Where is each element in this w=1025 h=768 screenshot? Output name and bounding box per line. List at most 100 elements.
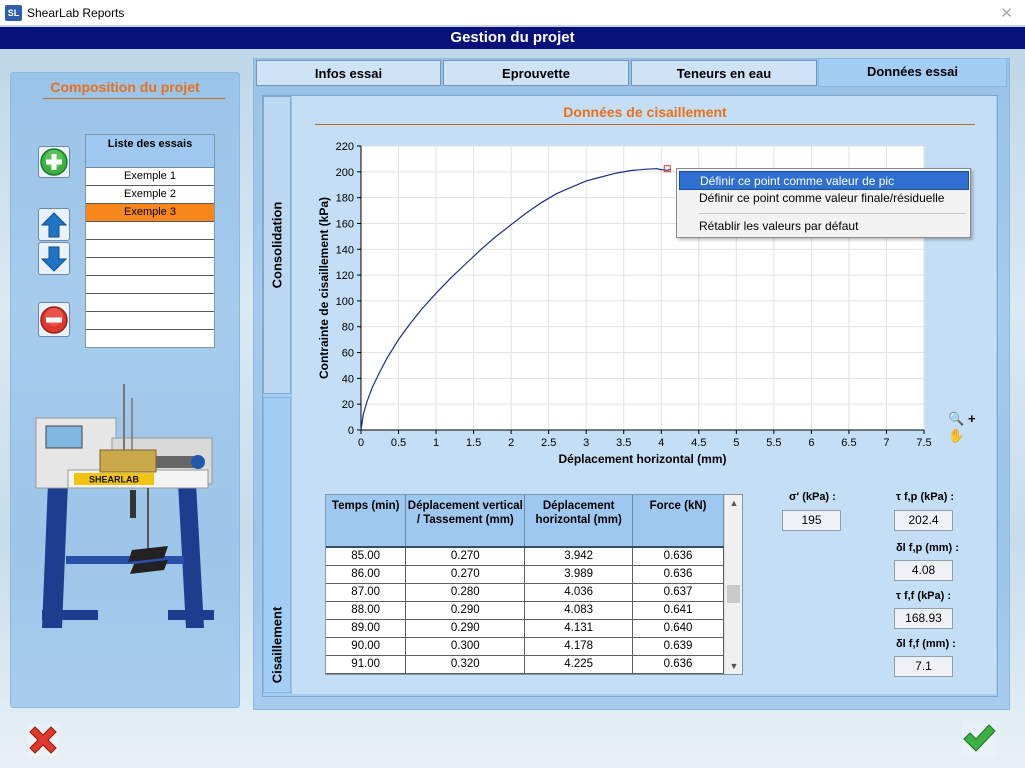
- project-composition-title: Composition du projet: [50, 79, 200, 95]
- confirm-button[interactable]: [961, 720, 997, 756]
- table-row[interactable]: 85.00 0.270 3.942 0.636: [326, 547, 724, 566]
- table-cell[interactable]: 88.00: [326, 601, 407, 620]
- table-cell[interactable]: 0.300: [405, 637, 526, 656]
- y-tick-label: 80: [342, 322, 354, 334]
- tab-infos-essai[interactable]: Infos essai: [256, 60, 441, 86]
- tau-ff-field[interactable]: 168.93: [894, 608, 953, 629]
- menu-item-reset-defaults[interactable]: Rétablir les valeurs par défaut: [679, 217, 969, 236]
- table-cell[interactable]: 85.00: [326, 547, 407, 566]
- app-logo-icon: SL: [5, 5, 22, 21]
- scrollbar-thumb[interactable]: [727, 585, 740, 603]
- table-cell[interactable]: 0.636: [632, 547, 724, 566]
- table-cell[interactable]: 0.290: [405, 619, 526, 638]
- list-item-empty[interactable]: [86, 312, 214, 330]
- table-cell[interactable]: 3.942: [524, 547, 634, 566]
- zoom-icon[interactable]: 🔍: [948, 411, 964, 427]
- x-tick-label: 2: [508, 437, 514, 449]
- table-cell[interactable]: 4.178: [524, 637, 634, 656]
- vtab-cisaillement[interactable]: Cisaillement: [263, 397, 291, 693]
- x-tick-label: 0.5: [391, 437, 406, 449]
- table-row[interactable]: 87.00 0.280 4.036 0.637: [326, 583, 724, 602]
- table-row[interactable]: 90.00 0.300 4.178 0.639: [326, 637, 724, 656]
- window-close-icon[interactable]: ✕: [1000, 4, 1013, 22]
- table-cell[interactable]: 90.00: [326, 637, 407, 656]
- table-cell[interactable]: 3.989: [524, 565, 634, 584]
- menu-item-set-residual[interactable]: Définir ce point comme valeur finale/rés…: [679, 189, 969, 208]
- table-cell[interactable]: 4.225: [524, 655, 634, 674]
- shear-data-table[interactable]: Temps (min) Déplacement vertical / Tasse…: [325, 494, 743, 675]
- table-cell[interactable]: 4.036: [524, 583, 634, 602]
- y-tick-label: 160: [336, 218, 354, 230]
- arrow-down-icon: [41, 246, 67, 272]
- section-title: Données de cisaillement: [563, 104, 727, 120]
- table-cell[interactable]: 0.290: [405, 601, 526, 620]
- table-row[interactable]: 89.00 0.290 4.131 0.640: [326, 619, 724, 638]
- tau-fp-label: τ f,p (kPa) :: [896, 491, 955, 503]
- y-tick-label: 100: [336, 296, 354, 308]
- tau-fp-field[interactable]: 202.4: [894, 510, 953, 531]
- table-cell[interactable]: 0.641: [632, 601, 724, 620]
- y-tick-label: 180: [336, 193, 354, 205]
- table-cell[interactable]: 0.270: [405, 547, 526, 566]
- cancel-button[interactable]: [25, 722, 61, 758]
- table-cell[interactable]: 4.083: [524, 601, 634, 620]
- table-cell[interactable]: 0.636: [632, 565, 724, 584]
- vtab-consolidation[interactable]: Consolidation: [263, 96, 291, 394]
- menu-item-set-peak[interactable]: Définir ce point comme valeur de pic: [679, 171, 969, 190]
- pan-hand-icon[interactable]: ✋: [948, 428, 964, 444]
- table-scrollbar[interactable]: ▲ ▼: [724, 495, 742, 674]
- sigma-field[interactable]: 195: [782, 510, 841, 531]
- table-cell[interactable]: 86.00: [326, 565, 407, 584]
- table-cell[interactable]: 0.320: [405, 655, 526, 674]
- zoom-plus-icon[interactable]: +: [968, 411, 976, 426]
- add-icon: [40, 148, 68, 176]
- table-cell[interactable]: 89.00: [326, 619, 407, 638]
- y-tick-label: 20: [342, 399, 354, 411]
- table-cell[interactable]: 0.270: [405, 565, 526, 584]
- table-cell[interactable]: 4.131: [524, 619, 634, 638]
- list-item[interactable]: Exemple 1: [86, 168, 214, 186]
- tab-teneurs-en-eau[interactable]: Teneurs en eau: [631, 60, 817, 86]
- table-cell[interactable]: 0.636: [632, 655, 724, 674]
- dl-fp-label: δl f,p (mm) :: [896, 542, 959, 554]
- table-cell[interactable]: 0.640: [632, 619, 724, 638]
- list-item-empty[interactable]: [86, 240, 214, 258]
- list-item-empty[interactable]: [86, 258, 214, 276]
- table-row[interactable]: 88.00 0.290 4.083 0.641: [326, 601, 724, 620]
- y-tick-label: 220: [336, 141, 354, 153]
- tab-eprouvette[interactable]: Eprouvette: [443, 60, 629, 86]
- remove-test-button[interactable]: [38, 302, 70, 337]
- list-item[interactable]: Exemple 2: [86, 186, 214, 204]
- scroll-up-icon[interactable]: ▲: [725, 498, 743, 508]
- table-cell[interactable]: 0.637: [632, 583, 724, 602]
- add-test-button[interactable]: [38, 146, 70, 178]
- x-tick-label: 4.5: [691, 437, 706, 449]
- window-title: ShearLab Reports: [27, 6, 125, 20]
- list-item-empty[interactable]: [86, 222, 214, 240]
- y-tick-label: 0: [348, 425, 354, 437]
- dl-fp-field[interactable]: 4.08: [894, 560, 953, 581]
- y-tick-label: 200: [336, 167, 354, 179]
- list-item-selected[interactable]: Exemple 3: [86, 204, 214, 222]
- x-tick-label: 3.5: [616, 437, 631, 449]
- table-row[interactable]: 91.00 0.320 4.225 0.636: [326, 655, 724, 674]
- table-cell[interactable]: 0.280: [405, 583, 526, 602]
- table-cell[interactable]: 91.00: [326, 655, 407, 674]
- x-tick-label: 0: [358, 437, 364, 449]
- arrow-up-icon: [41, 211, 67, 237]
- move-down-button[interactable]: [38, 242, 70, 275]
- chart-zoom-tools: 🔍 + ✋: [946, 411, 982, 444]
- column-header-time: Temps (min): [326, 495, 407, 548]
- column-header-force: Force (kN): [632, 495, 724, 548]
- list-item-empty[interactable]: [86, 294, 214, 312]
- dl-ff-field[interactable]: 7.1: [894, 656, 953, 677]
- scroll-down-icon[interactable]: ▼: [725, 661, 743, 671]
- header-band: Gestion du projet: [0, 27, 1025, 49]
- table-cell[interactable]: 0.639: [632, 637, 724, 656]
- list-item-empty[interactable]: [86, 276, 214, 294]
- move-up-button[interactable]: [38, 208, 70, 241]
- tab-donnees-essai[interactable]: Données essai: [818, 58, 1007, 87]
- x-tick-label: 3: [583, 437, 589, 449]
- table-cell[interactable]: 87.00: [326, 583, 407, 602]
- table-row[interactable]: 86.00 0.270 3.989 0.636: [326, 565, 724, 584]
